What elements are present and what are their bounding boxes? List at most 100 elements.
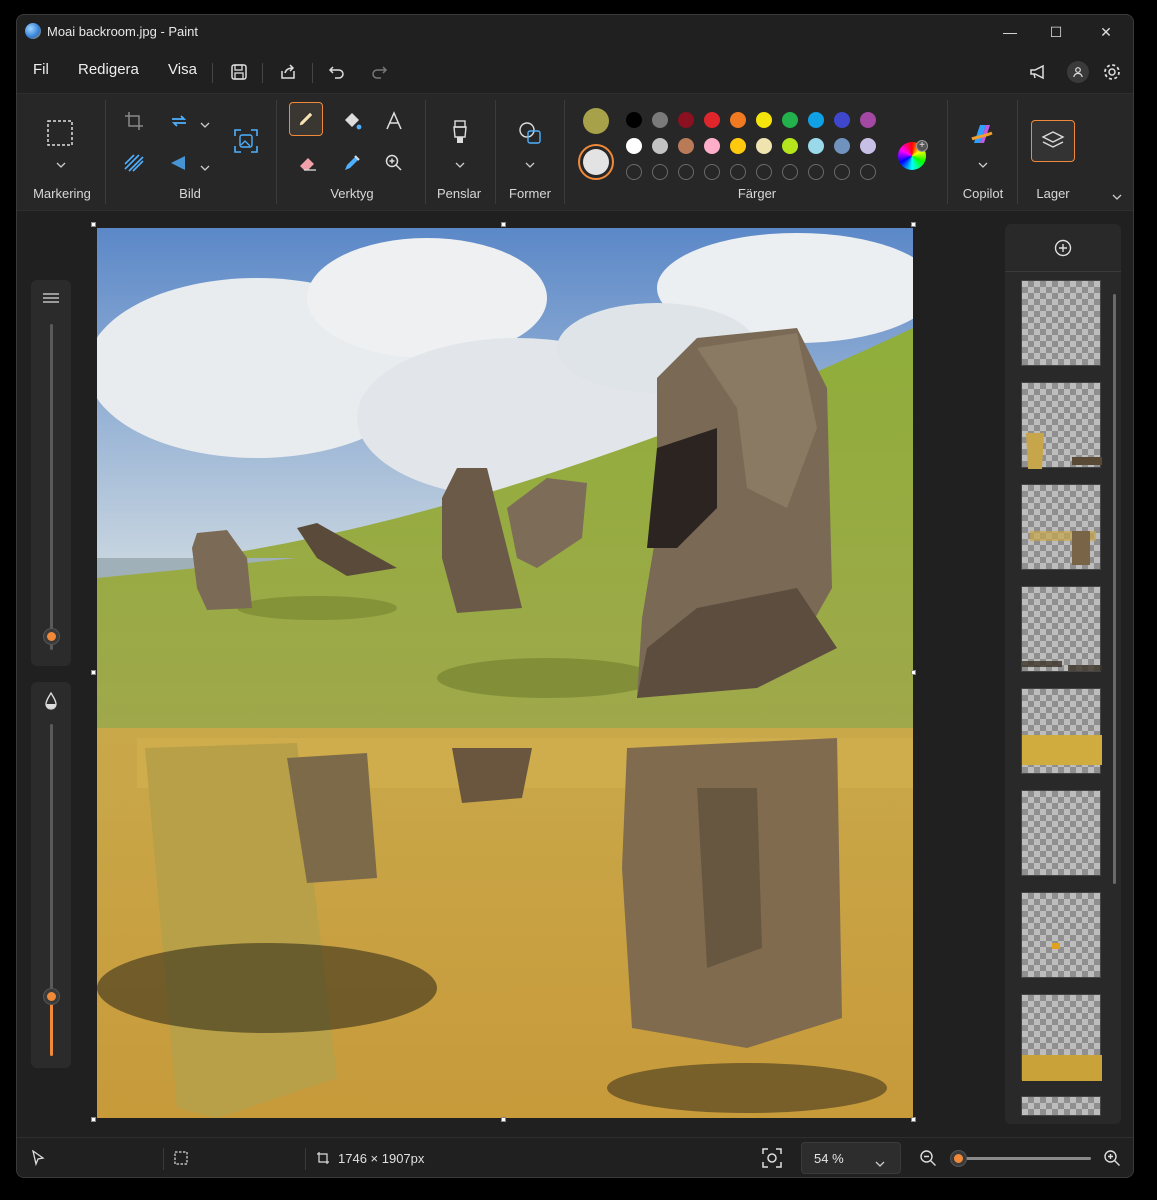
color-swatch[interactable] xyxy=(834,112,850,128)
share-icon[interactable] xyxy=(273,58,303,86)
add-layer-button[interactable] xyxy=(1005,224,1121,272)
opacity-slider[interactable] xyxy=(31,682,71,1068)
slider-thumb[interactable] xyxy=(43,988,60,1006)
color-swatch[interactable] xyxy=(808,112,824,128)
eraser-icon[interactable] xyxy=(291,146,325,180)
primary-color-swatch[interactable] xyxy=(583,108,609,134)
zoom-in-icon[interactable] xyxy=(1103,1149,1121,1170)
custom-color-slot[interactable] xyxy=(626,164,642,180)
zoom-dropdown[interactable]: 54 % xyxy=(801,1142,901,1174)
menu-view[interactable]: Visa xyxy=(168,61,197,78)
settings-icon[interactable] xyxy=(1097,58,1127,86)
color-swatch[interactable] xyxy=(678,138,694,154)
custom-color-slot[interactable] xyxy=(652,164,668,180)
minimize-button[interactable]: — xyxy=(987,15,1033,49)
resize-handle[interactable] xyxy=(501,1117,506,1122)
maximize-button[interactable]: ☐ xyxy=(1033,15,1079,49)
color-swatch[interactable] xyxy=(808,138,824,154)
undo-icon[interactable] xyxy=(322,58,352,86)
resize-handle[interactable] xyxy=(501,222,506,227)
save-icon[interactable] xyxy=(224,58,254,86)
resize-handle[interactable] xyxy=(91,670,96,675)
slider-thumb[interactable] xyxy=(43,628,60,645)
color-swatch[interactable] xyxy=(652,138,668,154)
chevron-down-icon[interactable] xyxy=(454,156,466,168)
fit-to-window-icon[interactable] xyxy=(761,1147,783,1172)
layer-thumbnail[interactable] xyxy=(1021,1096,1101,1116)
layer-thumbnail[interactable] xyxy=(1021,688,1102,774)
color-swatch[interactable] xyxy=(782,138,798,154)
menu-file[interactable]: Fil xyxy=(33,61,49,78)
custom-color-slot[interactable] xyxy=(756,164,772,180)
edit-colors-icon[interactable]: + xyxy=(898,140,928,170)
close-button[interactable]: ✕ xyxy=(1083,15,1129,49)
chevron-down-icon[interactable] xyxy=(524,156,536,168)
color-swatch[interactable] xyxy=(860,112,876,128)
custom-color-slot[interactable] xyxy=(704,164,720,180)
magnifier-icon[interactable] xyxy=(377,146,411,180)
zoom-out-icon[interactable] xyxy=(919,1149,937,1170)
text-icon[interactable] xyxy=(377,104,411,138)
account-icon[interactable] xyxy=(1063,58,1093,86)
color-swatch[interactable] xyxy=(756,138,772,154)
crop-icon[interactable] xyxy=(117,104,151,138)
custom-color-slot[interactable] xyxy=(860,164,876,180)
layers-scrollbar[interactable] xyxy=(1113,294,1116,884)
color-swatch[interactable] xyxy=(704,138,720,154)
color-swatch[interactable] xyxy=(730,112,746,128)
redo-icon[interactable] xyxy=(364,58,394,86)
color-swatch[interactable] xyxy=(626,138,642,154)
chevron-down-icon[interactable] xyxy=(199,159,211,171)
resize-handle[interactable] xyxy=(911,1117,916,1122)
custom-color-slot[interactable] xyxy=(834,164,850,180)
shapes-icon[interactable] xyxy=(513,116,547,150)
color-picker-icon[interactable] xyxy=(335,146,369,180)
layer-thumbnail[interactable] xyxy=(1021,280,1101,366)
zoom-slider[interactable] xyxy=(950,1150,1091,1167)
fill-bucket-icon[interactable] xyxy=(335,104,369,138)
resize-handle[interactable] xyxy=(911,670,916,675)
layer-thumbnail[interactable] xyxy=(1021,790,1101,876)
color-swatch[interactable] xyxy=(704,112,720,128)
layer-thumbnail[interactable] xyxy=(1021,892,1101,978)
resize-handle[interactable] xyxy=(91,222,96,227)
color-swatch[interactable] xyxy=(678,112,694,128)
zoom-slider-thumb[interactable] xyxy=(950,1150,967,1167)
color-swatch[interactable] xyxy=(730,138,746,154)
color-swatch[interactable] xyxy=(782,112,798,128)
brush-size-slider[interactable] xyxy=(31,280,71,666)
custom-color-slot[interactable] xyxy=(678,164,694,180)
custom-color-slot[interactable] xyxy=(730,164,746,180)
color-swatch[interactable] xyxy=(652,112,668,128)
chevron-down-icon[interactable] xyxy=(199,116,211,128)
secondary-color-ring[interactable] xyxy=(578,144,614,180)
secondary-color-swatch[interactable] xyxy=(583,149,609,175)
canvas-image[interactable] xyxy=(97,228,913,1118)
custom-color-slot[interactable] xyxy=(782,164,798,180)
resize-icon[interactable] xyxy=(162,104,196,138)
remove-background-icon[interactable] xyxy=(117,146,151,180)
color-swatch[interactable] xyxy=(860,138,876,154)
color-swatch[interactable] xyxy=(756,112,772,128)
ribbon-expand-chevron-icon[interactable] xyxy=(1111,188,1123,200)
chevron-down-icon[interactable] xyxy=(977,156,989,168)
selection-rectangle-icon[interactable] xyxy=(43,116,77,150)
resize-handle[interactable] xyxy=(911,222,916,227)
pencil-icon[interactable] xyxy=(289,102,323,136)
layer-thumbnail[interactable] xyxy=(1021,382,1102,469)
layers-icon[interactable] xyxy=(1031,120,1075,162)
feedback-icon[interactable] xyxy=(1023,58,1053,86)
image-creator-icon[interactable] xyxy=(229,124,263,158)
layer-thumbnail[interactable] xyxy=(1021,484,1101,570)
layer-thumbnail[interactable] xyxy=(1021,994,1102,1081)
chevron-down-icon[interactable] xyxy=(55,156,67,168)
color-swatch[interactable] xyxy=(834,138,850,154)
menu-edit[interactable]: Redigera xyxy=(78,61,139,78)
resize-handle[interactable] xyxy=(91,1117,96,1122)
custom-color-slot[interactable] xyxy=(808,164,824,180)
copilot-icon[interactable] xyxy=(965,118,999,152)
color-swatch[interactable] xyxy=(626,112,642,128)
layer-thumbnail[interactable] xyxy=(1021,586,1102,672)
brush-icon[interactable] xyxy=(443,116,477,150)
rotate-flip-icon[interactable] xyxy=(162,146,196,180)
